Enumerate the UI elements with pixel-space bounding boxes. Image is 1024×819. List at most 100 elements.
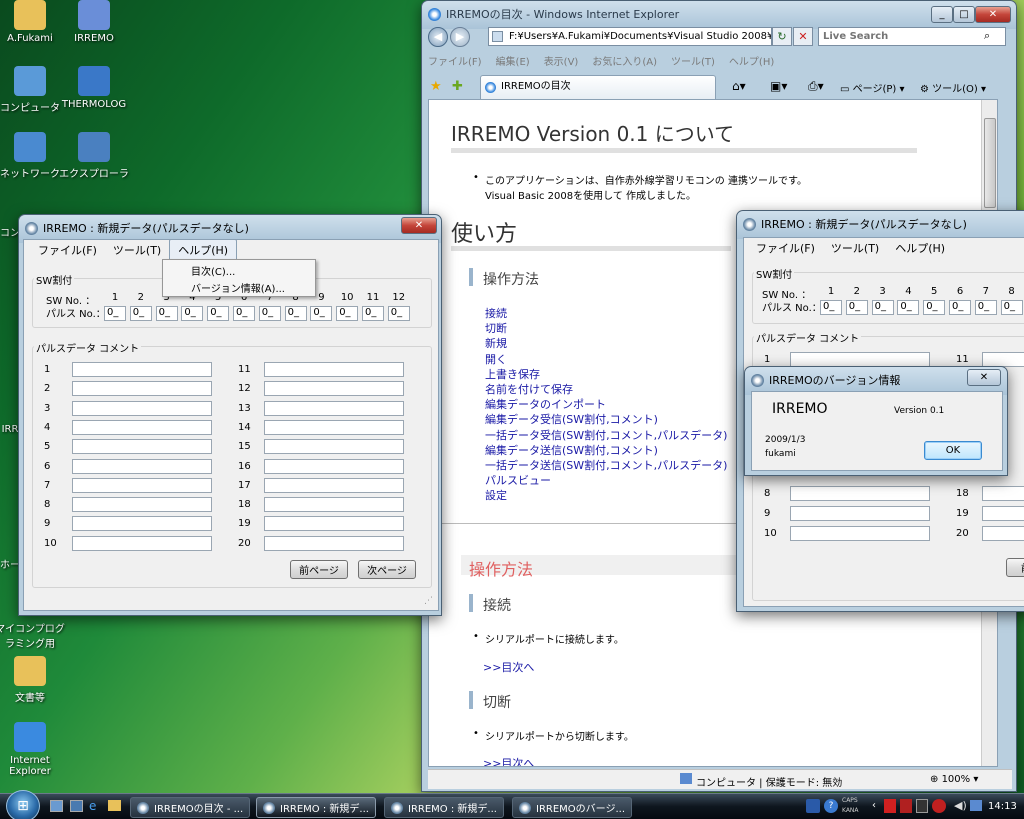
folder-quicklaunch-icon[interactable]	[108, 800, 121, 811]
pulse-no-input[interactable]: 0_	[923, 300, 946, 315]
taskbar-item[interactable]: IRREMO : 新規デ...	[256, 797, 376, 818]
pulse-no-input[interactable]: 0_	[387, 306, 410, 321]
ime-mode-icon[interactable]	[884, 799, 896, 813]
comment-input[interactable]	[790, 352, 930, 367]
comment-input[interactable]	[790, 526, 930, 541]
clock[interactable]: 14:13	[988, 801, 1017, 812]
toc-link[interactable]: 接続	[485, 306, 727, 321]
comment-input[interactable]	[264, 497, 404, 513]
close-button[interactable]: ✕	[975, 6, 1011, 23]
taskbar-item[interactable]: IRREMO : 新規デ...	[384, 797, 504, 818]
zoom-level[interactable]: ⊕ 100% ▾	[930, 774, 978, 785]
comment-input[interactable]	[72, 477, 212, 493]
desktop-icon[interactable]: Internet Explorer	[0, 722, 66, 777]
back-button[interactable]: ◀	[428, 27, 448, 47]
comment-input[interactable]	[982, 506, 1024, 521]
comment-input[interactable]	[72, 400, 212, 416]
comment-input[interactable]	[790, 506, 930, 521]
refresh-button[interactable]: ↻	[772, 27, 792, 46]
pulse-no-input[interactable]: 0_	[949, 300, 971, 315]
desktop-icon[interactable]: エクスプローラ	[58, 132, 130, 180]
switch-windows-icon[interactable]	[70, 800, 83, 812]
toc-link[interactable]: 新規	[485, 336, 727, 351]
back-to-index-link[interactable]: >>目次へ	[483, 660, 534, 675]
comment-input[interactable]	[72, 535, 212, 551]
toc-link[interactable]: 設定	[485, 488, 727, 503]
ie-menu-item[interactable]: ヘルプ(H)	[729, 53, 782, 71]
pulse-no-input[interactable]: 0_	[104, 306, 126, 321]
pulse-no-input[interactable]: 0_	[207, 306, 230, 321]
comment-input[interactable]	[982, 526, 1024, 541]
feed-icon[interactable]: ▣▾	[770, 79, 787, 93]
forward-button[interactable]: ▶	[450, 27, 470, 47]
comment-input[interactable]	[264, 381, 404, 397]
back-to-index-link[interactable]: >>目次へ	[483, 756, 534, 766]
volume-icon[interactable]: ◀)	[954, 799, 967, 812]
comment-input[interactable]	[264, 362, 404, 377]
page-menu[interactable]: ▭ ページ(P) ▾	[840, 80, 904, 95]
minimize-button[interactable]: _	[931, 6, 953, 23]
comment-input[interactable]	[264, 477, 404, 493]
pulse-no-input[interactable]: 0_	[820, 300, 842, 315]
ie-menu-item[interactable]: 編集(E)	[496, 53, 538, 71]
irremo-menu-item[interactable]: ファイル(F)	[30, 240, 105, 260]
ime-kana-icon[interactable]	[900, 799, 912, 813]
desktop-icon[interactable]: マイコンプログラミング用	[0, 620, 66, 650]
toc-link[interactable]: 編集データのインポート	[485, 397, 727, 412]
ie-menu-item[interactable]: ツール(T)	[671, 53, 723, 71]
desktop-icon[interactable]: ネットワーク	[0, 132, 66, 180]
comment-input[interactable]	[264, 535, 404, 551]
start-button[interactable]: ⊞	[6, 790, 40, 819]
pulse-no-input[interactable]: 0_	[1000, 300, 1023, 315]
toc-link[interactable]: 編集データ送信(SW割付,コメント)	[485, 443, 727, 458]
pulse-no-input[interactable]: 0_	[129, 306, 152, 321]
maximize-button[interactable]: □	[953, 6, 975, 23]
ie-menu-item[interactable]: お気に入り(A)	[592, 53, 665, 71]
ime-settings-icon[interactable]	[916, 799, 928, 813]
comment-input[interactable]	[72, 458, 212, 474]
desktop-icon[interactable]: A.Fukami	[0, 0, 66, 44]
scroll-thumb[interactable]	[984, 118, 996, 208]
prev-page-button[interactable]: 前ページ	[290, 560, 348, 579]
irremo2-menu-item[interactable]: ファイル(F)	[748, 238, 823, 258]
desktop-icon[interactable]: IRREMO	[58, 0, 130, 44]
search-icon[interactable]: ⌕	[984, 29, 990, 43]
irremo-close-button[interactable]: ✕	[401, 217, 437, 234]
comment-input[interactable]	[790, 486, 930, 501]
irremo2-menu-item[interactable]: ヘルプ(H)	[887, 238, 953, 258]
ie-menu-item[interactable]: 表示(V)	[544, 53, 587, 71]
irremo-menu-item[interactable]: ツール(T)	[105, 240, 169, 260]
desktop-icon[interactable]: THERMOLOG	[58, 66, 130, 110]
pulse-no-input[interactable]: 0_	[871, 300, 894, 315]
home-icon[interactable]: ⌂▾	[732, 79, 746, 93]
resize-grip[interactable]: ⋰	[424, 596, 433, 606]
desktop-icon[interactable]: 文書等	[0, 656, 66, 704]
pulse-no-input[interactable]: 0_	[233, 306, 255, 321]
about-close-button[interactable]: ✕	[967, 369, 1001, 386]
pulse-no-input[interactable]: 0_	[897, 300, 920, 315]
pulse-no-input[interactable]: 0_	[310, 306, 333, 321]
toc-link[interactable]: 上書き保存	[485, 367, 727, 382]
language-icon[interactable]	[806, 799, 820, 813]
comment-input[interactable]	[72, 419, 212, 435]
next-page-button[interactable]: 次ページ	[358, 560, 416, 579]
comment-input[interactable]	[264, 458, 404, 474]
pulse-no-input[interactable]: 0_	[336, 306, 359, 321]
toc-link[interactable]: パルスビュー	[485, 473, 727, 488]
irremo-menu-item[interactable]: ヘルプ(H)	[169, 239, 238, 261]
prev-page-button-2[interactable]: 前	[1006, 558, 1024, 577]
toc-link[interactable]: 開く	[485, 352, 727, 367]
tools-menu[interactable]: ⚙ ツール(O) ▾	[920, 80, 986, 95]
comment-input[interactable]	[72, 516, 212, 532]
search-input[interactable]	[818, 27, 1006, 46]
pulse-no-input[interactable]: 0_	[258, 306, 281, 321]
menu-item-index[interactable]: 目次(C)...	[191, 263, 235, 278]
taskbar-item[interactable]: IRREMOのバージ...	[512, 797, 632, 818]
toc-link[interactable]: 一括データ送信(SW割付,コメント,パルスデータ)	[485, 458, 727, 473]
comment-input[interactable]	[264, 400, 404, 416]
pulse-no-input[interactable]: 0_	[974, 300, 997, 315]
pulse-no-input[interactable]: 0_	[362, 306, 384, 321]
ie-menu-item[interactable]: ファイル(F)	[428, 53, 490, 71]
pulse-no-input[interactable]: 0_	[181, 306, 204, 321]
stop-button[interactable]: ✕	[793, 27, 813, 46]
